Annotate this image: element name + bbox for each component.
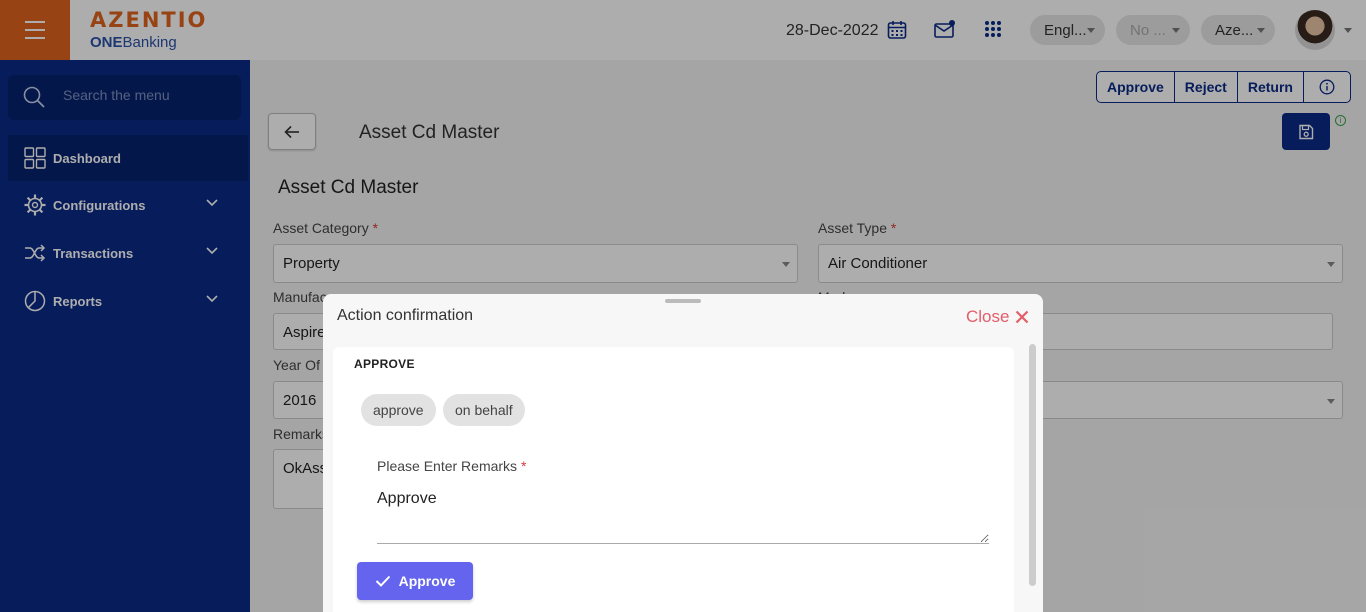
- scrollbar[interactable]: [1029, 344, 1036, 586]
- close-label: Close: [966, 307, 1010, 326]
- chip-on-behalf[interactable]: on behalf: [443, 394, 525, 426]
- close-icon: [1016, 310, 1029, 324]
- approve-submit-label: Approve: [398, 573, 456, 589]
- check-icon: [375, 575, 390, 587]
- remarks-input-label: Please Enter Remarks *: [377, 458, 527, 474]
- chip-approve[interactable]: approve: [361, 394, 436, 426]
- drag-handle[interactable]: [665, 299, 701, 303]
- remarks-textarea[interactable]: [377, 488, 989, 544]
- modal-title: Action confirmation: [337, 307, 474, 324]
- approve-submit-button[interactable]: Approve: [357, 562, 473, 600]
- close-button[interactable]: Close: [966, 307, 1029, 327]
- action-confirmation-modal: Action confirmation Close APPROVE approv…: [323, 294, 1043, 612]
- section-heading: APPROVE: [354, 357, 415, 371]
